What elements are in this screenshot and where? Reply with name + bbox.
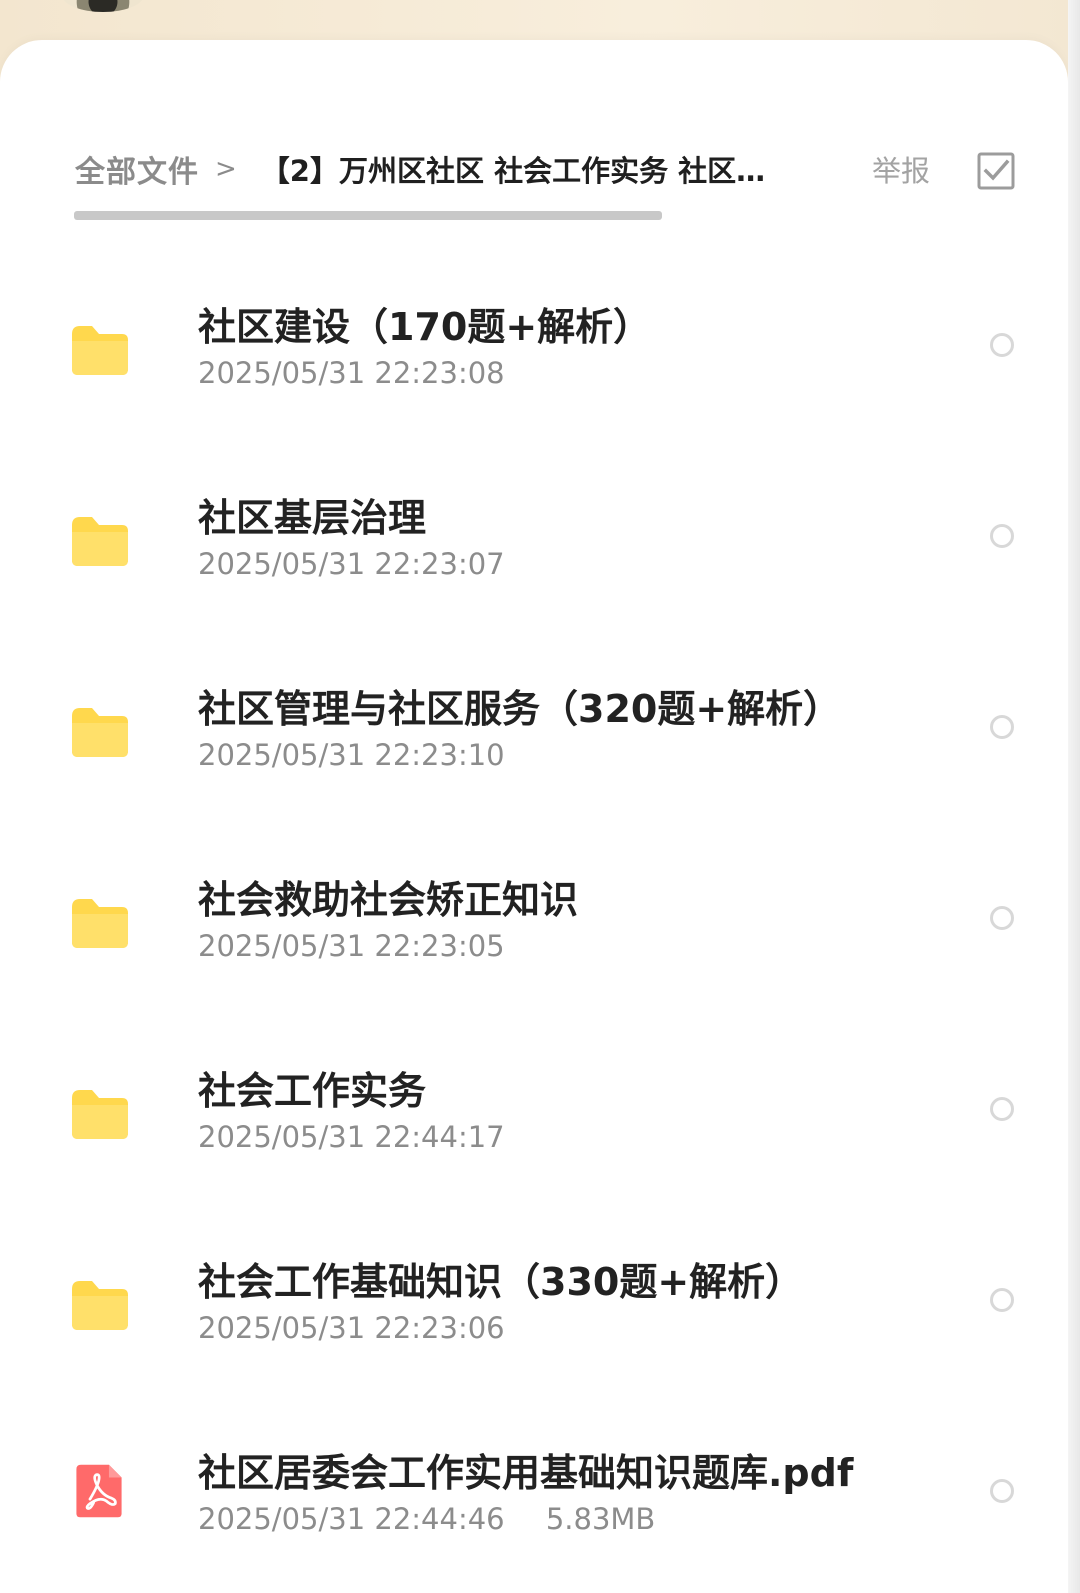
file-row[interactable]: 社会工作基础知识（330题+解析） 2025/05/31 22:23:06 — [0, 1205, 1068, 1396]
select-radio[interactable] — [990, 715, 1014, 739]
file-meta: 2025/05/31 22:23:05 — [198, 929, 505, 963]
file-date: 2025/05/31 22:23:05 — [198, 929, 505, 963]
breadcrumb-all-files[interactable]: 全部文件 — [75, 147, 199, 191]
file-size: 5.83MB — [545, 1502, 656, 1536]
folder-icon — [72, 326, 128, 375]
scrollbar-track — [1068, 0, 1080, 1593]
file-row[interactable]: 社会工作实务 2025/05/31 22:44:17 — [0, 1014, 1068, 1205]
pdf-icon — [76, 1464, 122, 1518]
file-row[interactable]: 社区管理与社区服务（320题+解析） 2025/05/31 22:23:10 — [0, 632, 1068, 823]
report-button[interactable]: 举报 — [872, 148, 930, 190]
file-name[interactable]: 社会救助社会矫正知识 — [198, 869, 578, 924]
checkbox-icon[interactable] — [976, 151, 1016, 191]
folder-icon — [72, 517, 128, 566]
file-row[interactable]: 社会救助社会矫正知识 2025/05/31 22:23:05 — [0, 823, 1068, 1014]
file-meta: 2025/05/31 22:23:08 — [198, 356, 505, 390]
file-name[interactable]: 社区基层治理 — [198, 487, 426, 542]
file-name[interactable]: 社会工作基础知识（330题+解析） — [198, 1251, 803, 1306]
file-date: 2025/05/31 22:23:08 — [198, 356, 505, 390]
file-date: 2025/05/31 22:23:07 — [198, 547, 505, 581]
breadcrumb-separator: > — [215, 154, 237, 184]
file-name[interactable]: 社会工作实务 — [198, 1060, 426, 1115]
file-meta: 2025/05/31 22:23:10 — [198, 738, 505, 772]
select-radio[interactable] — [990, 1097, 1014, 1121]
file-name[interactable]: 社区居委会工作实用基础知识题库.pdf — [198, 1442, 853, 1497]
file-row[interactable]: 社区基层治理 2025/05/31 22:23:07 — [0, 441, 1068, 632]
select-radio[interactable] — [990, 1479, 1014, 1503]
file-name[interactable]: 社区管理与社区服务（320题+解析） — [198, 678, 841, 733]
folder-icon — [72, 1281, 128, 1330]
select-radio[interactable] — [990, 333, 1014, 357]
folder-icon — [72, 1090, 128, 1139]
file-date: 2025/05/31 22:23:10 — [198, 738, 505, 772]
breadcrumb: 全部文件 > 【2】万州区社区 社会工作实务 社区… — [75, 144, 775, 194]
breadcrumb-current-folder: 【2】万州区社区 社会工作实务 社区… — [260, 154, 766, 188]
file-row[interactable]: 社区居委会工作实用基础知识题库.pdf 2025/05/31 22:44:46 … — [0, 1396, 1068, 1587]
file-meta: 2025/05/31 22:23:07 — [198, 547, 505, 581]
file-meta: 2025/05/31 22:44:46 5.83MB — [198, 1502, 655, 1536]
select-radio[interactable] — [990, 524, 1014, 548]
file-date: 2025/05/31 22:44:46 — [198, 1502, 505, 1536]
file-name[interactable]: 社区建设（170题+解析） — [198, 296, 651, 351]
file-meta: 2025/05/31 22:44:17 — [198, 1120, 505, 1154]
folder-icon — [72, 899, 128, 948]
file-date: 2025/05/31 22:44:17 — [198, 1120, 505, 1154]
select-radio[interactable] — [990, 906, 1014, 930]
file-date: 2025/05/31 22:23:06 — [198, 1311, 505, 1345]
folder-icon — [72, 708, 128, 757]
file-meta: 2025/05/31 22:23:06 — [198, 1311, 505, 1345]
file-row[interactable]: 社区建设（170题+解析） 2025/05/31 22:23:08 — [0, 250, 1068, 441]
breadcrumb-scroll-indicator — [74, 211, 662, 220]
select-radio[interactable] — [990, 1288, 1014, 1312]
